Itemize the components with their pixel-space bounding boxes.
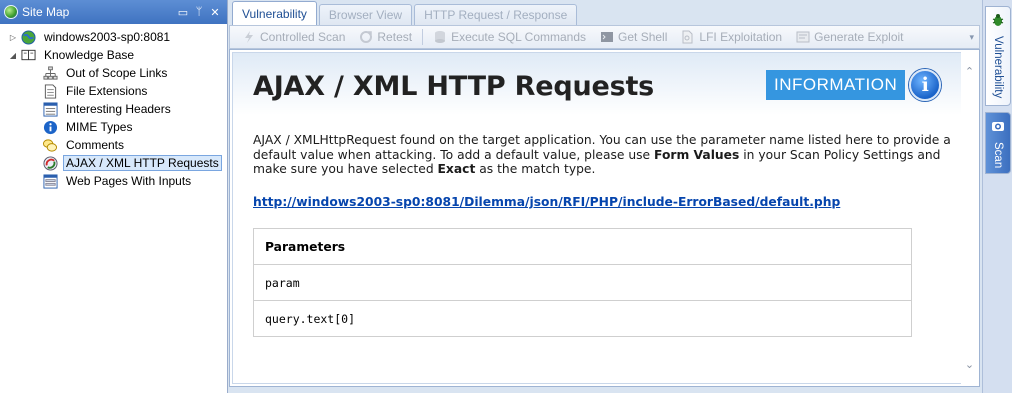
generate-exploit-label: Generate Exploit: [814, 30, 904, 44]
tab-vulnerability[interactable]: Vulnerability: [232, 1, 317, 25]
dock-tab-scan[interactable]: Scan: [985, 112, 1011, 174]
description-text: as the match type.: [475, 162, 596, 176]
severity-label: INFORMATION: [766, 70, 906, 100]
tree-node-host[interactable]: ▷ windows2003-sp0:8081: [0, 28, 227, 46]
page-title: AJAX / XML HTTP Requests: [253, 71, 655, 102]
parameter-cell: param: [253, 264, 912, 301]
site-map-panel: Site Map ▭ ᛘ ✕ ▷ windows2003-sp0:8081 ◢ …: [0, 0, 228, 393]
retest-label: Retest: [377, 30, 413, 44]
tree-node-knowledge-base[interactable]: ◢ Knowledge Base: [0, 46, 227, 64]
tree-item-comments[interactable]: Comments: [0, 136, 227, 154]
dock-tab-label: Scan: [992, 142, 1004, 169]
get-shell-button[interactable]: Get Shell: [594, 30, 673, 44]
bug-icon: [991, 13, 1005, 30]
generate-exploit-button[interactable]: Generate Exploit: [790, 30, 909, 44]
tree-node-label: windows2003-sp0:8081: [44, 30, 171, 44]
tree-item-label: AJAX / XML HTTP Requests: [63, 155, 222, 171]
terminal-icon: [600, 30, 614, 44]
vulnerability-content: AJAX / XML HTTP Requests INFORMATION i A…: [229, 49, 980, 387]
tree-item-label: Web Pages With Inputs: [66, 174, 192, 188]
sitemap-icon: [42, 65, 58, 81]
exact-text: Exact: [437, 162, 476, 176]
file-key-icon: [681, 30, 695, 44]
tree-item-label: Comments: [66, 138, 125, 152]
site-map-titlebar: Site Map ▭ ᛘ ✕: [0, 0, 227, 24]
tree-item-label: Out of Scope Links: [66, 66, 168, 80]
info-icon: i: [909, 69, 942, 101]
retest-icon: [359, 30, 373, 44]
vulnerable-url-link[interactable]: http://windows2003-sp0:8081/Dilemma/json…: [253, 195, 840, 209]
parameter-cell: query.text[0]: [253, 300, 912, 337]
document-icon: [42, 83, 58, 99]
database-icon: [433, 30, 447, 44]
info-icon: [42, 119, 58, 135]
toolbar-separator: [422, 29, 424, 45]
comment-icon: [42, 137, 58, 153]
tree-item-file-extensions[interactable]: File Extensions: [0, 82, 227, 100]
site-map-globe-icon: [4, 5, 18, 19]
severity-badge: INFORMATION i: [766, 69, 942, 101]
tree-item-out-of-scope-links[interactable]: Out of Scope Links: [0, 64, 227, 82]
tree-item-interesting-headers[interactable]: Interesting Headers: [0, 100, 227, 118]
dock-tab-vulnerability[interactable]: Vulnerability: [985, 6, 1011, 106]
tree-item-label: MIME Types: [66, 120, 133, 134]
ajax-icon: [42, 155, 58, 171]
site-map-tree: ▷ windows2003-sp0:8081 ◢ Knowledge Base …: [0, 24, 227, 190]
vulnerability-description: AJAX / XMLHttpRequest found on the targe…: [253, 133, 953, 177]
form-values-text: Form Values: [654, 147, 740, 162]
vulnerability-toolbar: Controlled Scan Retest Execute SQL Comma…: [229, 25, 980, 49]
parameters-table: Parameters param query.text[0]: [253, 228, 912, 337]
scroll-down-icon[interactable]: ⌄: [961, 358, 978, 371]
tree-item-ajax-xml-http-requests[interactable]: AJAX / XML HTTP Requests: [0, 154, 227, 172]
form-icon: [42, 173, 58, 189]
scroll-up-icon[interactable]: ⌃: [961, 65, 978, 78]
retest-button[interactable]: Retest: [353, 30, 418, 44]
vertical-scrollbar[interactable]: ⌃ ⌄: [961, 51, 978, 385]
tree-item-label: File Extensions: [66, 84, 148, 98]
close-panel-button[interactable]: ✕: [207, 6, 223, 19]
dock-tab-label: Vulnerability: [992, 36, 1004, 99]
controlled-scan-label: Controlled Scan: [260, 30, 346, 44]
camera-icon: [991, 119, 1005, 136]
pin-panel-button[interactable]: ᛘ: [191, 6, 207, 18]
table-header-row: Parameters: [253, 228, 912, 265]
main-area: Vulnerability Browser View HTTP Request …: [229, 0, 982, 393]
minimize-panel-button[interactable]: ▭: [175, 6, 191, 19]
lightning-icon: [242, 30, 256, 44]
table-row: query.text[0]: [253, 300, 912, 337]
exploit-icon: [796, 30, 810, 44]
lfi-exploitation-label: LFI Exploitation: [699, 30, 783, 44]
tree-node-label: Knowledge Base: [44, 48, 135, 62]
execute-sql-commands-label: Execute SQL Commands: [451, 30, 587, 44]
document-tabs: Vulnerability Browser View HTTP Request …: [229, 0, 982, 25]
book-icon: [20, 47, 36, 63]
right-dock: Vulnerability Scan: [982, 0, 1012, 393]
tree-item-label: Interesting Headers: [66, 102, 171, 116]
table-row: param: [253, 264, 912, 301]
report-pane: AJAX / XML HTTP Requests INFORMATION i A…: [232, 52, 961, 384]
controlled-scan-button[interactable]: Controlled Scan: [236, 30, 351, 44]
lfi-exploitation-button[interactable]: LFI Exploitation: [675, 30, 788, 44]
site-map-title: Site Map: [22, 5, 70, 19]
tree-item-mime-types[interactable]: MIME Types: [0, 118, 227, 136]
collapse-arrow-icon[interactable]: ◢: [8, 51, 18, 60]
tab-browser-view[interactable]: Browser View: [318, 4, 413, 25]
list-icon: [42, 101, 58, 117]
expand-arrow-icon[interactable]: ▷: [8, 33, 18, 42]
parameters-header: Parameters: [253, 228, 912, 265]
toolbar-overflow-icon[interactable]: ▾: [969, 32, 974, 43]
tab-http-request-response[interactable]: HTTP Request / Response: [414, 4, 578, 25]
get-shell-label: Get Shell: [618, 30, 668, 44]
tree-item-web-pages-with-inputs[interactable]: Web Pages With Inputs: [0, 172, 227, 190]
globe-icon: [20, 29, 36, 45]
execute-sql-commands-button[interactable]: Execute SQL Commands: [427, 30, 592, 44]
